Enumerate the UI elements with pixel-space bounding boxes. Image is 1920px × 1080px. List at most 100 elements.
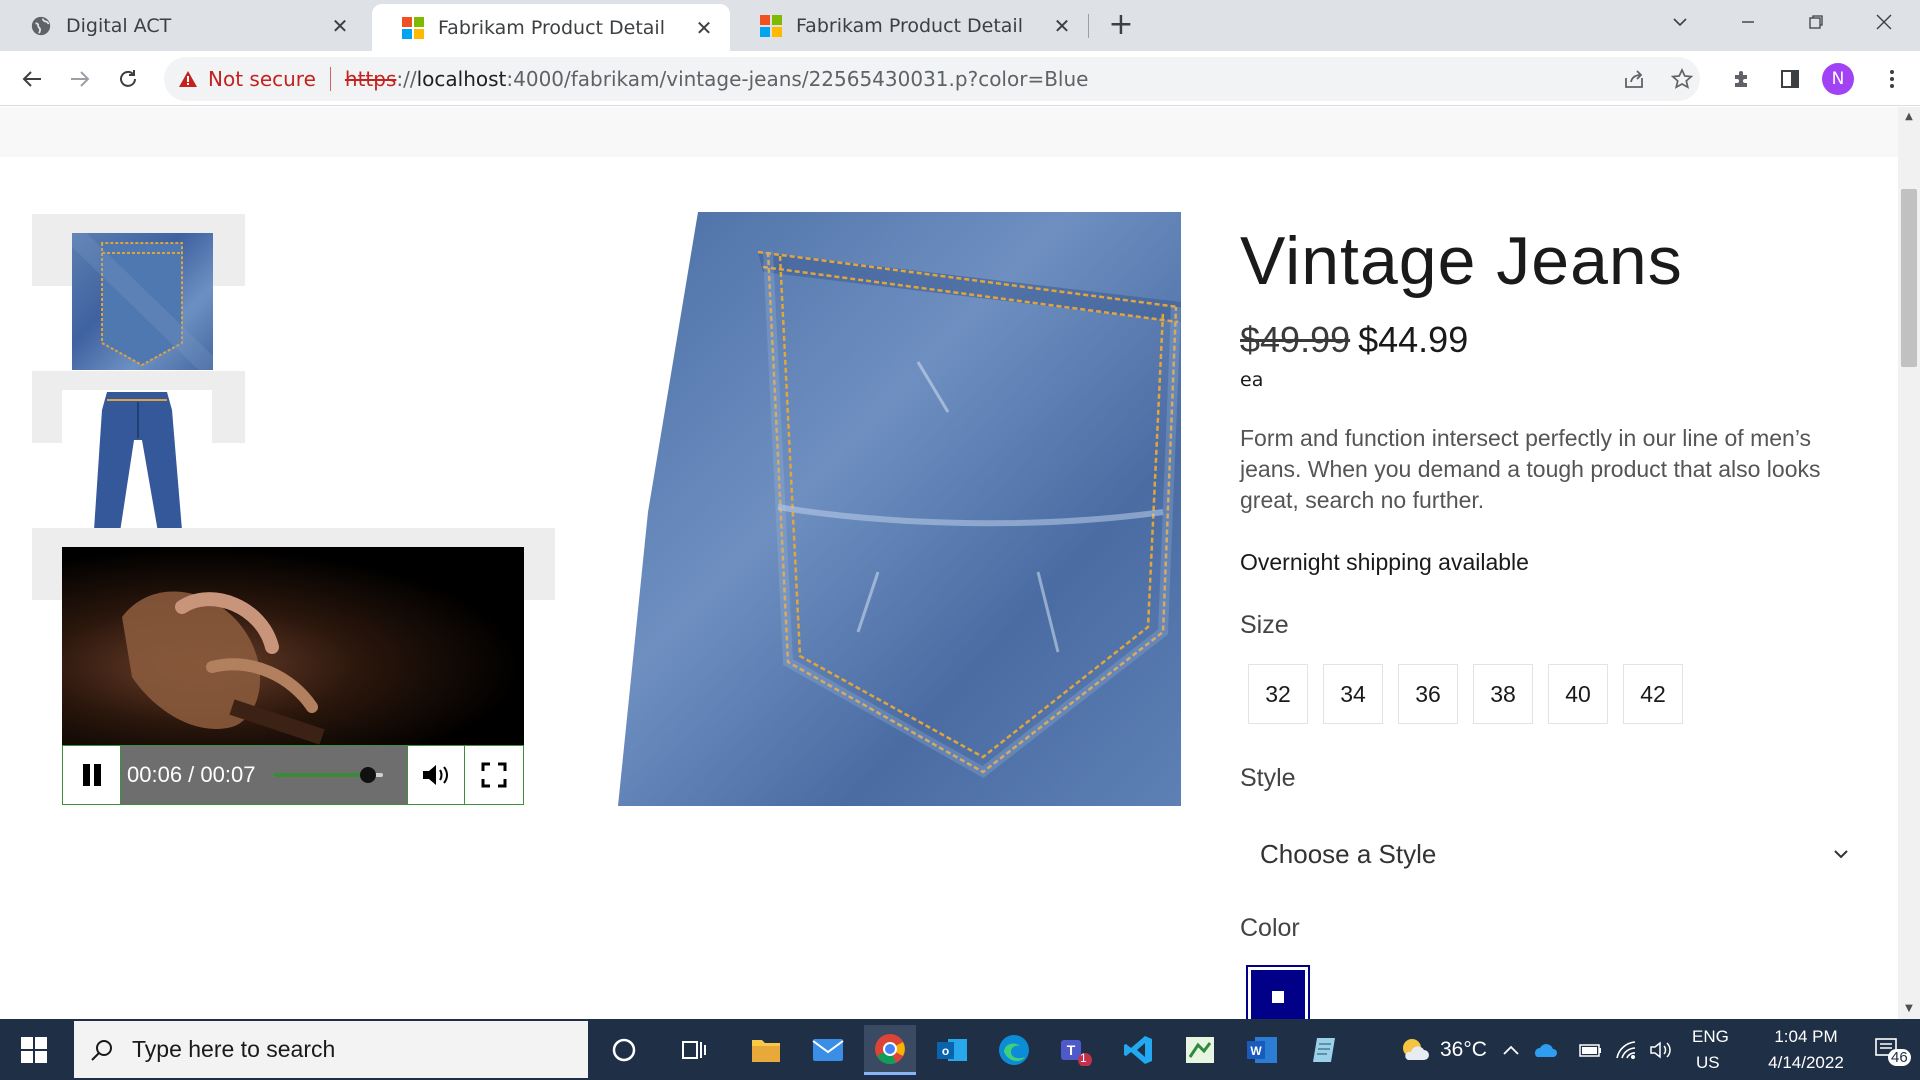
cortana-icon[interactable] — [598, 1025, 650, 1075]
weather-icon[interactable] — [1388, 1025, 1440, 1075]
share-icon[interactable] — [1618, 63, 1650, 95]
extensions-puzzle-icon[interactable] — [1724, 61, 1760, 97]
video-progress-knob[interactable] — [359, 767, 376, 783]
start-button[interactable] — [14, 1033, 54, 1067]
windows-taskbar: Type here to search o T 1 W 36°C ENG US … — [0, 1019, 1920, 1080]
restore-button[interactable] — [1788, 0, 1844, 44]
profile-avatar[interactable]: N — [1822, 63, 1854, 95]
tab-fabrikam-active[interactable]: Fabrikam Product Detail ✕ — [372, 4, 730, 51]
security-divider — [329, 67, 331, 91]
search-icon — [91, 1039, 112, 1061]
task-view-icon[interactable] — [668, 1025, 720, 1075]
wifi-icon[interactable] — [1612, 1025, 1642, 1075]
bookmark-star-icon[interactable] — [1666, 63, 1698, 95]
new-tab-button[interactable]: + — [1104, 10, 1138, 44]
browser-toolbar: Not secure https://localhost:4000/fabrik… — [0, 51, 1920, 106]
edge-icon[interactable] — [988, 1025, 1040, 1075]
teams-icon[interactable]: T 1 — [1050, 1025, 1102, 1075]
tab-strip: Digital ACT ✕ Fabrikam Product Detail ✕ … — [0, 0, 1920, 51]
close-tab-icon[interactable]: ✕ — [692, 16, 716, 40]
mail-icon[interactable] — [802, 1025, 854, 1075]
color-label: Color — [1240, 914, 1300, 942]
word-icon[interactable]: W — [1236, 1025, 1288, 1075]
size-label: Size — [1240, 611, 1289, 639]
chrome-icon[interactable] — [864, 1025, 916, 1075]
style-dropdown-value: Choose a Style — [1260, 838, 1437, 869]
product-description: Form and function intersect perfectly in… — [1240, 425, 1821, 513]
keyboard-region[interactable]: US — [1696, 1053, 1720, 1073]
address-bar[interactable]: Not secure https://localhost:4000/fabrik… — [164, 57, 1700, 101]
video-frame[interactable] — [62, 547, 524, 745]
size-option[interactable]: 32 — [1248, 664, 1308, 724]
clock-date[interactable]: 4/14/2022 — [1742, 1053, 1870, 1073]
close-window-button[interactable] — [1856, 0, 1912, 44]
tab-fabrikam[interactable]: Fabrikam Product Detail ✕ — [730, 0, 1088, 51]
scroll-down-arrow-icon[interactable]: ▼ — [1898, 1001, 1920, 1017]
onedrive-cloud-icon[interactable] — [1528, 1025, 1560, 1075]
size-option[interactable]: 40 — [1548, 664, 1608, 724]
selected-check-icon — [1272, 991, 1284, 1003]
close-tab-icon[interactable]: ✕ — [1050, 14, 1074, 38]
teams-notification-badge: 1 — [1080, 1051, 1087, 1065]
tab-digital-act[interactable]: Digital ACT ✕ — [0, 0, 366, 51]
main-product-image[interactable] — [618, 212, 1181, 806]
forward-button[interactable] — [62, 61, 98, 97]
warning-triangle-icon[interactable] — [178, 69, 198, 89]
reload-button[interactable] — [110, 61, 146, 97]
svg-text:T: T — [1067, 1042, 1076, 1058]
microsoft-logo-icon — [402, 16, 424, 39]
close-tab-icon[interactable]: ✕ — [328, 14, 352, 38]
size-option[interactable]: 38 — [1473, 664, 1533, 724]
svg-text:W: W — [1250, 1044, 1262, 1058]
notification-count-badge: 46 — [1888, 1049, 1911, 1066]
tab-title: Digital ACT — [66, 14, 172, 37]
tab-search-chevron-icon[interactable] — [1652, 0, 1708, 44]
product-title: Vintage Jeans — [1240, 223, 1683, 299]
video-progress-fill — [273, 773, 368, 777]
size-option[interactable]: 36 — [1398, 664, 1458, 724]
size-option[interactable]: 34 — [1323, 664, 1383, 724]
weather-temperature[interactable]: 36°C — [1440, 1038, 1487, 1062]
thumbnail-jeans-image[interactable] — [62, 390, 212, 535]
notepad-app-icon[interactable] — [1298, 1025, 1350, 1075]
file-explorer-icon[interactable] — [740, 1025, 792, 1075]
chevron-down-icon — [1834, 850, 1848, 859]
volume-icon[interactable] — [1646, 1025, 1676, 1075]
volume-button[interactable] — [407, 746, 465, 804]
page-viewport: 00:06 / 00:07 Vintage Jeans $49.99 $44.9… — [0, 107, 1898, 1019]
page-header-strip — [0, 107, 1898, 157]
thumbnail-pocket-image[interactable] — [72, 233, 213, 370]
keyboard-language[interactable]: ENG — [1692, 1027, 1729, 1047]
globe-icon — [31, 16, 51, 35]
outlook-icon[interactable]: o — [926, 1025, 978, 1075]
size-option[interactable]: 42 — [1623, 664, 1683, 724]
size-options: 32 34 36 38 40 42 — [1248, 664, 1683, 724]
product-video-player[interactable]: 00:06 / 00:07 — [62, 547, 524, 805]
style-dropdown[interactable]: Choose a Style — [1240, 824, 1870, 884]
price-block: $49.99 $44.99 — [1240, 319, 1468, 361]
color-swatch-blue[interactable] — [1246, 965, 1310, 1029]
taskbar-search-box[interactable]: Type here to search — [74, 1021, 588, 1078]
back-button[interactable] — [14, 61, 50, 97]
battery-icon[interactable] — [1576, 1025, 1606, 1075]
browser-menu-icon[interactable] — [1874, 61, 1910, 97]
fullscreen-button[interactable] — [465, 746, 523, 804]
side-panel-icon[interactable] — [1772, 61, 1808, 97]
pause-button[interactable] — [63, 746, 121, 804]
scrollbar-thumb[interactable] — [1901, 189, 1917, 367]
microsoft-logo-icon — [760, 14, 782, 37]
not-secure-label[interactable]: Not secure — [208, 67, 316, 91]
scroll-up-arrow-icon[interactable]: ▲ — [1898, 109, 1920, 125]
video-time-display: 00:06 / 00:07 — [127, 762, 256, 787]
notifications-icon[interactable]: 46 — [1860, 1025, 1916, 1075]
clock-time[interactable]: 1:04 PM — [1756, 1027, 1856, 1047]
original-price: $49.99 — [1240, 319, 1351, 360]
vscode-icon[interactable] — [1112, 1025, 1164, 1075]
tab-title: Fabrikam Product Detail — [796, 14, 1023, 37]
page-scrollbar[interactable]: ▲ ▼ — [1898, 107, 1920, 1019]
show-hidden-icons-chevron-icon[interactable] — [1496, 1025, 1526, 1075]
url-host: localhost — [416, 67, 507, 91]
video-progress-slider[interactable] — [273, 767, 384, 783]
spreadsheet-app-icon[interactable] — [1174, 1025, 1226, 1075]
minimize-button[interactable] — [1720, 0, 1776, 44]
